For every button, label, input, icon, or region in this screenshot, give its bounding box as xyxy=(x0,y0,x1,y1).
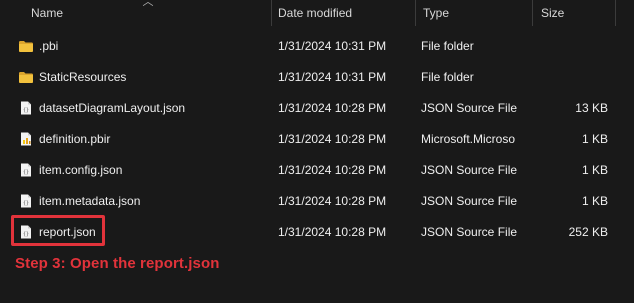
date-modified: 1/31/2024 10:31 PM xyxy=(278,39,387,53)
file-row-pbi[interactable]: .pbi 1/31/2024 10:31 PM File folder xyxy=(0,31,634,62)
column-header-row: ︿ Name Date modified Type Size xyxy=(0,0,634,26)
file-type: File folder xyxy=(421,39,474,53)
date-modified: 1/31/2024 10:28 PM xyxy=(278,132,387,146)
file-name: datasetDiagramLayout.json xyxy=(39,101,186,115)
file-size: 1 KB xyxy=(581,194,608,208)
file-type: JSON Source File xyxy=(421,225,518,239)
column-divider-size[interactable] xyxy=(615,0,616,26)
file-name: definition.pbir xyxy=(39,132,111,146)
file-type: JSON Source File xyxy=(421,163,518,177)
date-modified: 1/31/2024 10:28 PM xyxy=(278,225,387,239)
file-name: StaticResources xyxy=(39,70,127,84)
file-name: item.config.json xyxy=(39,163,123,177)
json-file-icon: {} xyxy=(21,194,31,208)
file-size: 1 KB xyxy=(581,132,608,146)
column-header-name[interactable]: Name xyxy=(31,0,63,26)
file-explorer: ︿ Name Date modified Type Size .pbi 1/31… xyxy=(0,0,634,303)
column-divider-name[interactable] xyxy=(271,0,272,26)
report-json-highlight xyxy=(11,215,105,246)
file-row-staticresources[interactable]: StaticResources 1/31/2024 10:31 PM File … xyxy=(0,62,634,93)
file-row-item-metadata[interactable]: {} item.metadata.json 1/31/2024 10:28 PM… xyxy=(0,186,634,217)
file-type: JSON Source File xyxy=(421,101,518,115)
column-divider-date-modified[interactable] xyxy=(415,0,416,26)
date-modified: 1/31/2024 10:31 PM xyxy=(278,70,387,84)
column-header-type[interactable]: Type xyxy=(423,0,449,26)
svg-text:{}: {} xyxy=(23,170,29,176)
folder-icon xyxy=(19,41,33,52)
pbir-file-icon xyxy=(21,132,31,146)
file-size xyxy=(530,62,608,93)
file-size: 13 KB xyxy=(575,101,608,115)
file-name: .pbi xyxy=(39,39,59,53)
chevron-up-icon[interactable]: ︿ xyxy=(142,0,154,8)
column-divider-type[interactable] xyxy=(532,0,533,26)
date-modified: 1/31/2024 10:28 PM xyxy=(278,163,387,177)
file-type: Microsoft.Microso xyxy=(421,132,516,146)
file-row-datasetdiagramlayout[interactable]: {} datasetDiagramLayout.json 1/31/2024 1… xyxy=(0,93,634,124)
file-type: JSON Source File xyxy=(421,194,518,208)
json-file-icon: {} xyxy=(21,163,31,177)
file-type: File folder xyxy=(421,70,474,84)
column-header-size[interactable]: Size xyxy=(541,0,564,26)
file-row-definition-pbir[interactable]: definition.pbir 1/31/2024 10:28 PM Micro… xyxy=(0,124,634,155)
file-name: item.metadata.json xyxy=(39,194,141,208)
folder-icon xyxy=(19,72,33,83)
file-size: 252 KB xyxy=(568,225,608,239)
json-file-icon: {} xyxy=(21,101,31,115)
file-size: 1 KB xyxy=(581,163,608,177)
svg-text:{}: {} xyxy=(23,201,29,207)
file-size xyxy=(530,31,608,62)
column-header-date-modified[interactable]: Date modified xyxy=(278,0,352,26)
date-modified: 1/31/2024 10:28 PM xyxy=(278,194,387,208)
svg-text:{}: {} xyxy=(23,108,29,114)
instruction-annotation: Step 3: Open the report.json xyxy=(15,255,220,272)
date-modified: 1/31/2024 10:28 PM xyxy=(278,101,387,115)
file-row-item-config[interactable]: {} item.config.json 1/31/2024 10:28 PM J… xyxy=(0,155,634,186)
